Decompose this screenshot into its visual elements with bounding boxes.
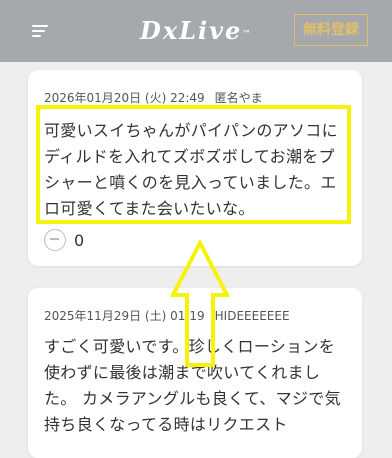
logo[interactable]: DxLive™ xyxy=(140,16,260,46)
app-header: DxLive™ 無料登録 xyxy=(0,0,392,62)
review-meta: 2025年11月29日 (土) 01:19 HIDEEEEEEE xyxy=(44,307,290,324)
signup-button[interactable]: 無料登録 xyxy=(294,14,368,46)
hamburger-menu-icon[interactable] xyxy=(32,25,48,37)
highlight-arrow-icon xyxy=(170,240,230,367)
review-date: 2026年01月20日 (火) 22:49 xyxy=(44,91,205,105)
highlight-box xyxy=(36,105,351,224)
review-author: 匿名やま xyxy=(214,91,263,105)
logo-text: DxLive xyxy=(140,16,243,45)
like-button[interactable]: 0 xyxy=(44,228,84,252)
review-meta: 2026年01月20日 (火) 22:49 匿名やま xyxy=(44,89,263,106)
logo-tm: ™ xyxy=(242,28,253,38)
like-icon xyxy=(44,229,66,251)
like-count: 0 xyxy=(74,230,85,250)
